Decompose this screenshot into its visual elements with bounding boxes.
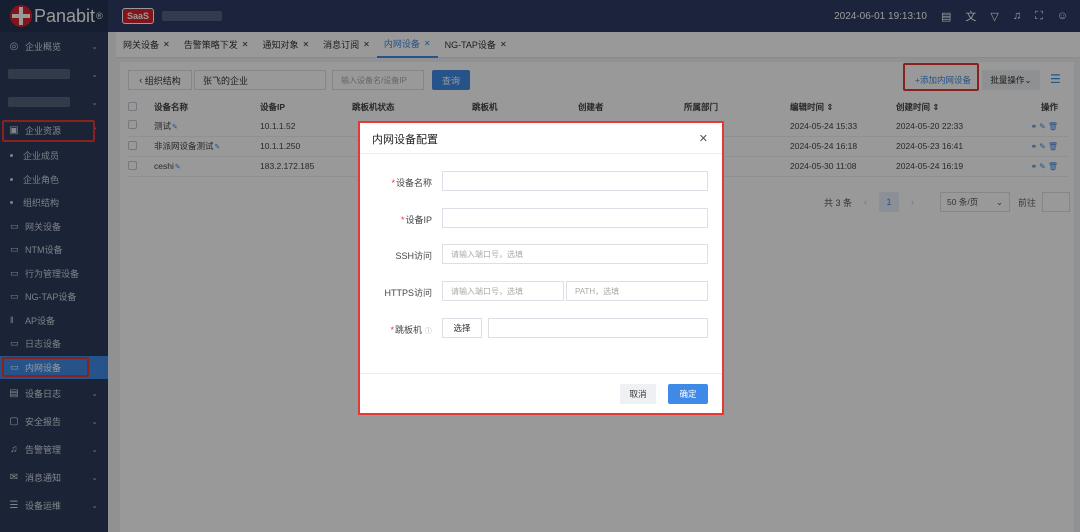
ssh-label: SSH访问 bbox=[395, 251, 432, 261]
jump-host-label: *跳板机 ⓘ bbox=[390, 323, 432, 336]
intranet-device-config-dialog: 内网设备配置 ✕ *设备名称 *设备IP SSH访问 请输入端口号，选填 HTT… bbox=[360, 123, 722, 413]
confirm-button[interactable]: 确定 bbox=[668, 384, 708, 404]
ssh-port-input[interactable]: 请输入端口号，选填 bbox=[442, 244, 708, 264]
row-jump-host: *跳板机 ⓘ 选择 bbox=[360, 318, 722, 338]
https-port-input[interactable]: 请输入端口号，选填 bbox=[442, 281, 564, 301]
row-ssh: SSH访问 请输入端口号，选填 bbox=[360, 244, 722, 264]
device-ip-input[interactable] bbox=[442, 208, 708, 228]
cancel-button[interactable]: 取消 bbox=[620, 384, 656, 404]
select-jump-host-button[interactable]: 选择 bbox=[442, 318, 482, 338]
dialog-title: 内网设备配置 bbox=[372, 134, 438, 146]
required-mark: * bbox=[391, 178, 395, 188]
device-name-input[interactable] bbox=[442, 171, 708, 191]
https-label: HTTPS访问 bbox=[384, 288, 432, 298]
label-text: 设备IP bbox=[405, 215, 432, 225]
help-circle-icon[interactable]: ⓘ bbox=[425, 328, 432, 335]
row-device-name: *设备名称 bbox=[360, 171, 722, 191]
divider bbox=[360, 153, 722, 154]
label-text: 跳板机 bbox=[394, 325, 422, 335]
row-device-ip: *设备IP bbox=[360, 208, 722, 228]
label-text: 设备名称 bbox=[395, 178, 432, 188]
device-name-label: *设备名称 bbox=[391, 176, 432, 189]
https-path-input[interactable]: PATH，选填 bbox=[566, 281, 708, 301]
row-https: HTTPS访问 请输入端口号，选填 PATH，选填 bbox=[360, 281, 722, 301]
required-mark: * bbox=[390, 325, 394, 335]
device-ip-label: *设备IP bbox=[401, 213, 432, 226]
close-icon[interactable]: ✕ bbox=[699, 132, 708, 145]
required-mark: * bbox=[400, 215, 405, 225]
jump-host-input[interactable] bbox=[488, 318, 708, 338]
divider bbox=[360, 373, 722, 374]
